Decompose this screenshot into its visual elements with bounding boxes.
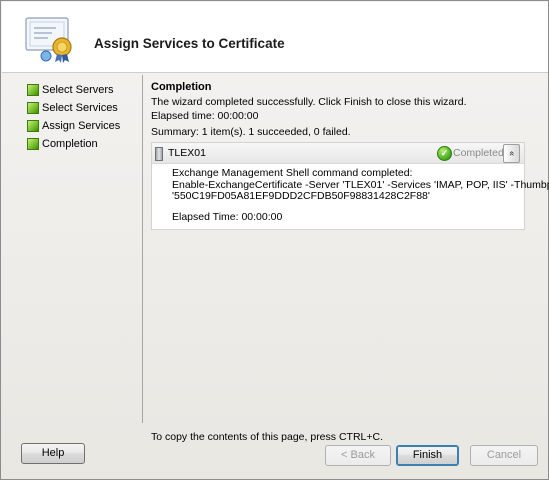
- back-button[interactable]: < Back: [325, 445, 391, 466]
- task-result-panel: TLEX01 ✓ Completed » Exchange Management…: [151, 142, 549, 230]
- completion-message: The wizard completed successfully. Click…: [151, 96, 467, 108]
- completion-heading: Completion: [151, 81, 212, 93]
- finish-button[interactable]: Finish: [396, 445, 459, 466]
- step-label: Completion: [42, 138, 98, 150]
- cancel-button[interactable]: Cancel: [470, 445, 538, 466]
- output-line: '550C19FD05A81EF9DDD2CFDB50F98831428C2F8…: [172, 190, 430, 202]
- task-elapsed-time: Elapsed Time: 00:00:00: [172, 210, 283, 223]
- collapse-button[interactable]: »: [503, 144, 520, 163]
- help-button[interactable]: Help: [21, 443, 85, 464]
- step-label: Select Services: [42, 102, 118, 114]
- step-label: Assign Services: [42, 120, 121, 132]
- task-output: Exchange Management Shell command comple…: [172, 167, 549, 223]
- task-status: Completed: [453, 147, 504, 159]
- step-complete-icon: [27, 102, 39, 114]
- wizard-title: Assign Services to Certificate: [94, 36, 285, 51]
- elapsed-time: Elapsed time: 00:00:00: [151, 110, 259, 122]
- step-label: Select Servers: [42, 84, 114, 96]
- step-complete-icon: [27, 120, 39, 132]
- copy-hint: To copy the contents of this page, press…: [151, 431, 383, 443]
- server-icon: [155, 147, 163, 161]
- check-icon: ✓: [437, 146, 452, 161]
- step-complete-icon: [27, 84, 39, 96]
- summary-text: Summary: 1 item(s). 1 succeeded, 0 faile…: [151, 126, 351, 138]
- steps-divider: [142, 75, 143, 423]
- wizard-window: Assign Services to Certificate Select Se…: [0, 0, 549, 480]
- wizard-header: Assign Services to Certificate: [2, 2, 548, 73]
- task-server-name: TLEX01: [168, 147, 206, 159]
- task-header: TLEX01 ✓ Completed »: [152, 143, 524, 164]
- step-complete-icon: [27, 138, 39, 150]
- certificate-icon: [25, 17, 72, 63]
- output-line: Exchange Management Shell command comple…: [172, 167, 413, 179]
